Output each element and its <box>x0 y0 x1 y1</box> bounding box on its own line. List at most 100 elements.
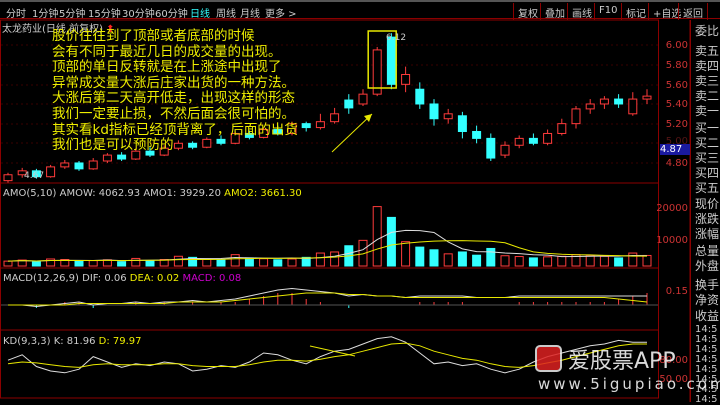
candle-down <box>429 103 439 120</box>
volume-bar <box>330 251 340 267</box>
candle-up <box>443 113 453 120</box>
volume-bar <box>386 216 396 267</box>
volume-bar <box>230 254 240 267</box>
volume-bar <box>372 206 382 267</box>
annotation-line: 其实看kd指标已经顶背离了，后面的出货 <box>52 121 298 138</box>
volume-bar <box>486 247 496 267</box>
annotation-line: 我们一定要止损，不然后面会很可怕的。 <box>52 105 295 122</box>
amo1-value: AMO1: 3929.20 <box>143 188 221 199</box>
volume-bar <box>131 257 141 267</box>
annotation-line: 大涨后第二天高开低走，出现这样的形态 <box>52 90 295 107</box>
annotation-text: 股价往往到了顶部或者底部的时候 会有不同于最近几日的成交量的出现。 顶部的单日反… <box>52 28 298 154</box>
candle-up <box>557 123 567 134</box>
volume-bar <box>443 253 453 267</box>
side-label: 净资 <box>695 293 720 307</box>
volume-bar <box>259 258 269 267</box>
volume-bar <box>287 258 297 267</box>
annotation-line: 我们也是可以预防的 <box>52 137 174 154</box>
candle-up <box>358 93 368 105</box>
price-axis-label: 5.00 <box>665 136 688 147</box>
candle-up <box>514 137 524 146</box>
kd-legend: KD(9,3,3) K: 81.96 D: 79.97 <box>3 336 142 347</box>
volume-bar <box>31 261 41 267</box>
volume-bar <box>543 256 553 267</box>
candle-up <box>599 98 609 105</box>
quote-side-panel: 委比 卖五 卖四 卖三 卖二 卖一 买一 买二 买三 买四 买五 现价 涨跌 涨幅 总量 外盘 换手 净资 收益 14… <box>690 20 720 405</box>
side-label: 收益 <box>695 309 720 323</box>
watermark-logo-icon <box>535 345 562 372</box>
amow-value: AMOW: 4062.93 <box>59 188 141 199</box>
dea-value: DEA: 0.02 <box>129 273 180 284</box>
candle-up <box>571 108 581 125</box>
volume-bar <box>585 255 595 267</box>
volume-bar <box>3 260 13 267</box>
k-value: K: 81.96 <box>53 336 96 347</box>
volume-bar <box>74 260 84 267</box>
candle-up <box>543 132 553 144</box>
watermark-url: www.5igupiao.com <box>538 375 720 393</box>
volume-bar <box>202 258 212 267</box>
volume-bar <box>273 259 283 267</box>
side-label: 涨幅 <box>695 227 720 241</box>
high-price-mark: 6.12 <box>386 33 407 43</box>
candle-down <box>74 162 84 170</box>
volume-bar <box>216 259 226 267</box>
divergence-arrow-line <box>309 345 356 357</box>
volume-bar <box>599 255 609 267</box>
macd-label: MACD(12,26,9) <box>3 273 79 284</box>
volume-bar <box>557 255 567 267</box>
price-axis-label: 5.80 <box>665 60 688 71</box>
candle-up <box>628 98 638 115</box>
watermark-brand: 爱股票APP <box>568 349 676 374</box>
volume-bar <box>642 254 652 267</box>
candle-up <box>46 166 56 178</box>
low-price-mark: 4.67 <box>24 171 45 181</box>
candle-down <box>344 99 354 109</box>
candle-up <box>500 144 510 156</box>
volume-bar <box>500 255 510 267</box>
volume-bar <box>401 241 411 267</box>
volume-bar <box>117 261 127 267</box>
candle-up <box>401 73 411 85</box>
side-label: 买五 <box>695 181 720 195</box>
candle-up <box>3 174 13 182</box>
volume-bar <box>614 257 624 267</box>
candle-down <box>528 137 538 144</box>
volume-bar <box>173 255 183 267</box>
side-label: 委比 <box>695 24 720 38</box>
dif-value: DIF: 0.06 <box>82 273 127 284</box>
side-label: 外盘 <box>695 259 720 273</box>
amo2-value: AMO2: 3661.30 <box>224 188 302 199</box>
volume-bar <box>472 254 482 267</box>
volume-axis-label: 10000 <box>656 235 688 246</box>
price-axis-label: 5.20 <box>665 119 688 130</box>
candle-up <box>60 162 70 168</box>
tick-time: 14:5 <box>695 394 718 405</box>
macd-value: MACD: 0.08 <box>182 273 242 284</box>
d-value: D: 79.97 <box>98 336 142 347</box>
volume-bar <box>457 251 467 267</box>
candle-up <box>88 160 98 170</box>
volume-bar <box>528 257 538 267</box>
candle-up <box>102 154 112 162</box>
candle-up <box>330 113 340 123</box>
amo-label: AMO(5,10) <box>3 188 57 199</box>
volume-bar <box>514 256 524 267</box>
volume-bar <box>145 260 155 267</box>
macd-legend: MACD(12,26,9) DIF: 0.06 DEA: 0.02 MACD: … <box>3 273 241 284</box>
candle-down <box>386 36 396 85</box>
candle-down <box>614 98 624 105</box>
price-axis-label: 4.80 <box>665 158 688 169</box>
macd-axis-label: 0.15 <box>665 286 688 297</box>
price-axis-label: 6.00 <box>665 40 688 51</box>
dea-line <box>8 292 648 306</box>
volume-bar <box>429 249 439 267</box>
candle-up <box>315 121 325 129</box>
volume-axis-label: 20000 <box>656 203 688 214</box>
volume-bar <box>415 246 425 267</box>
annotation-line: 会有不同于最近几日的成交量的出现。 <box>52 43 282 60</box>
volume-bar <box>244 257 254 267</box>
amo-legend: AMO(5,10) AMOW: 4062.93 AMO1: 3929.20 AM… <box>3 188 302 199</box>
candle-down <box>472 131 482 139</box>
volume-bar <box>628 252 638 267</box>
